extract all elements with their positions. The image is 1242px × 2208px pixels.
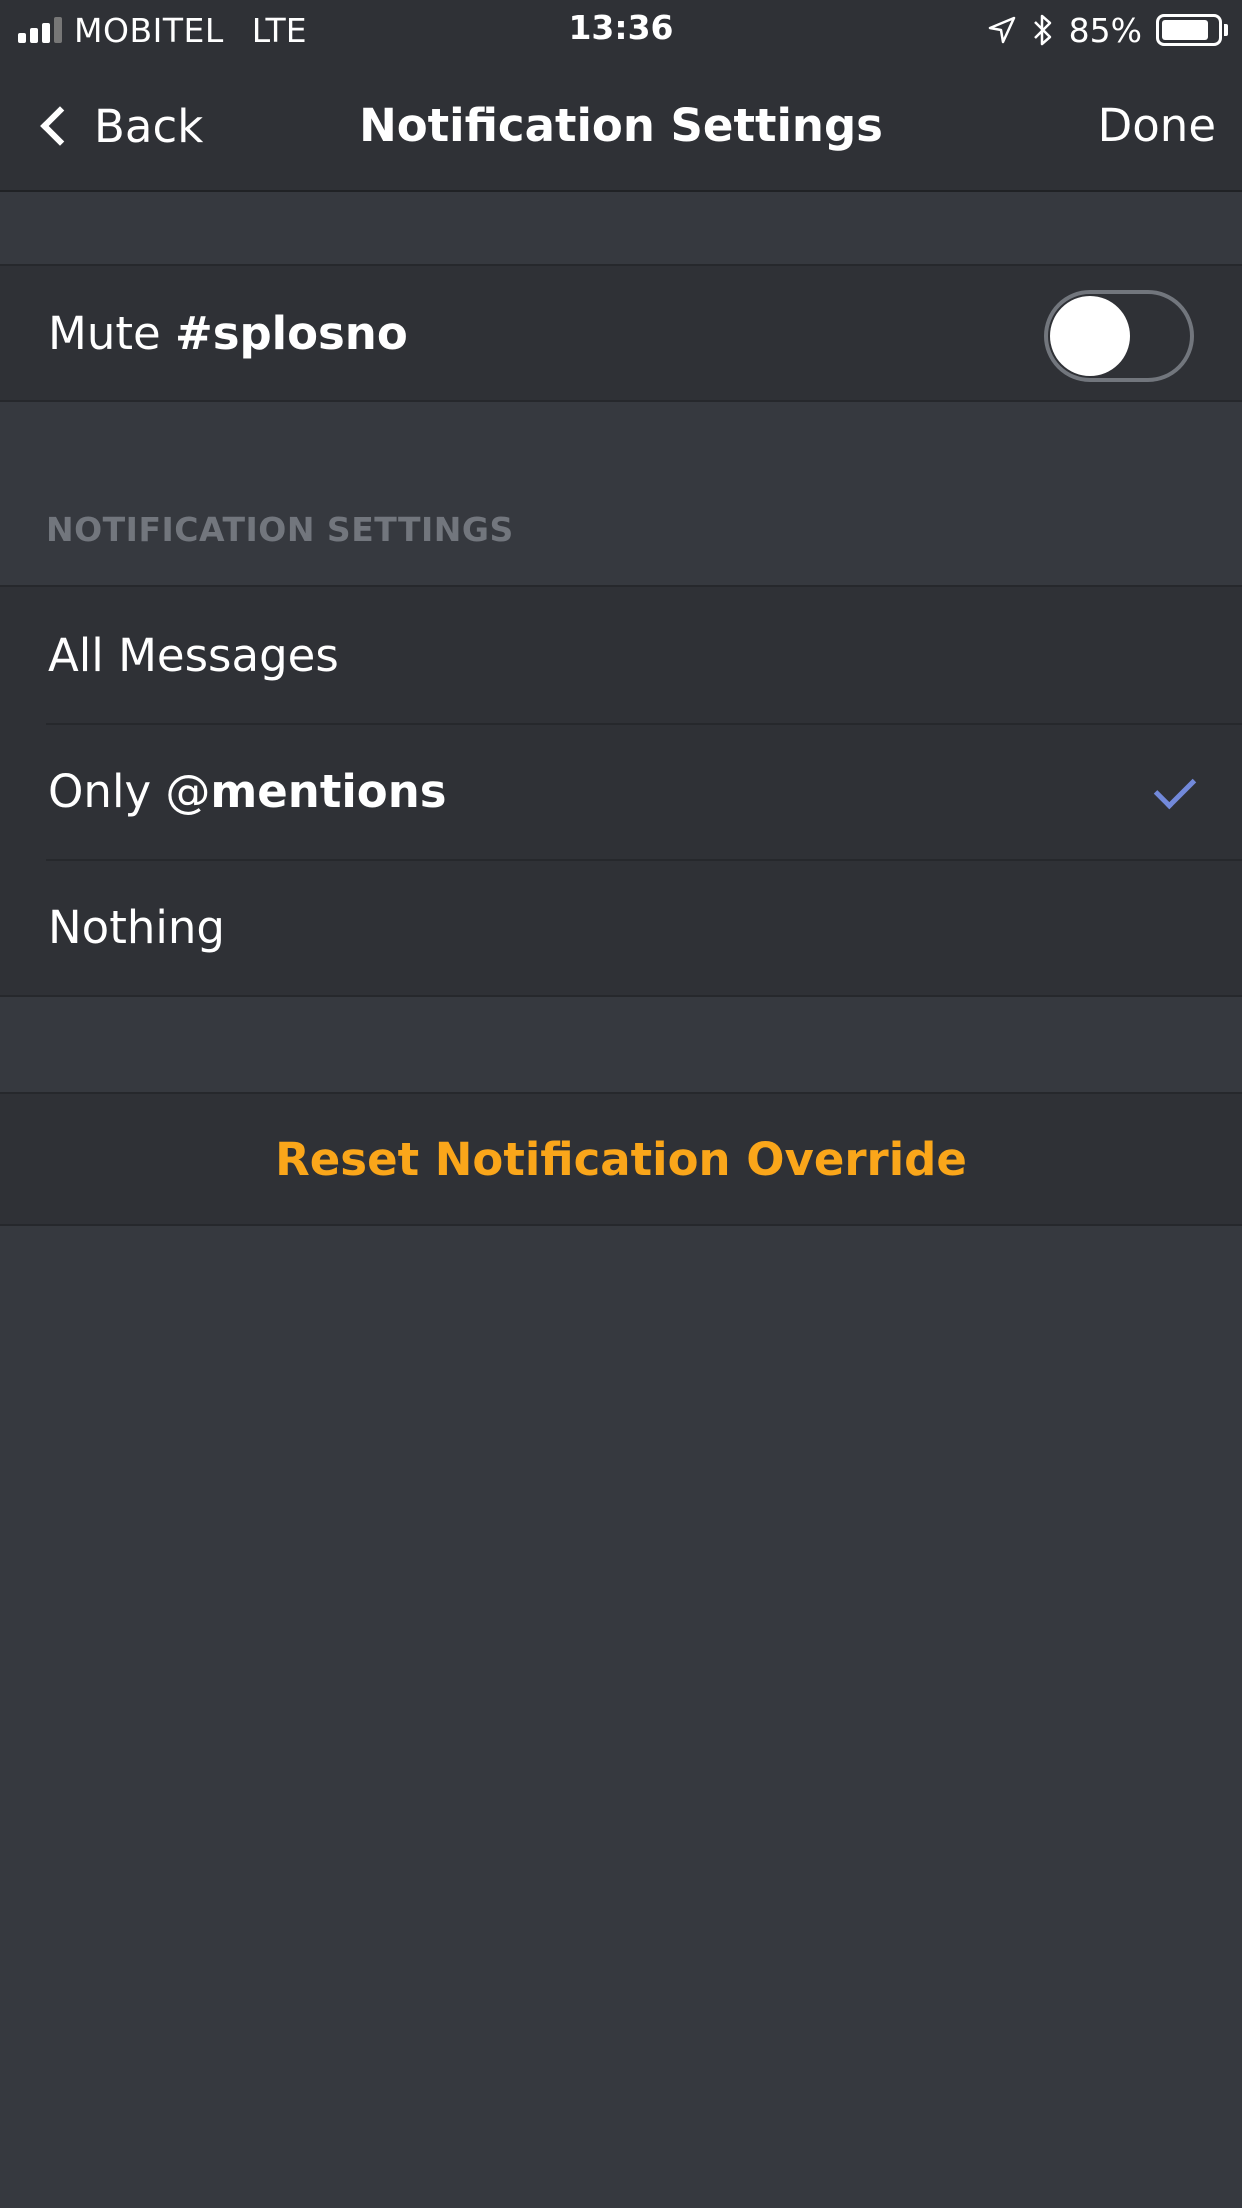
option-label-bold: mentions (210, 764, 447, 818)
channel-name: #splosno (174, 306, 408, 360)
option-label: Only @mentions (0, 765, 447, 818)
reset-override-label: Reset Notification Override (275, 1132, 967, 1186)
reset-override-button[interactable]: Reset Notification Override (0, 1092, 1242, 1226)
mute-channel-label: Mute #splosno (0, 307, 408, 360)
option-label: Nothing (48, 900, 225, 954)
location-icon (988, 16, 1015, 44)
status-bar: MOBITEL LTE 13:36 85% (0, 0, 1242, 60)
done-button[interactable]: Done (1098, 96, 1216, 156)
option-label-prefix: Only @ (48, 764, 211, 818)
option-nothing[interactable]: Nothing (0, 859, 1242, 995)
checkmark-icon (1153, 766, 1197, 810)
mute-channel-row: Mute #splosno (0, 264, 1242, 402)
notification-settings-screen: MOBITEL LTE 13:36 85% Back Notification … (0, 0, 1242, 2208)
battery-icon (1156, 14, 1228, 46)
battery-percent: 85% (1068, 10, 1142, 50)
status-right: 85% (987, 8, 1228, 52)
toggle-knob (1050, 296, 1130, 376)
battery-fill (1162, 20, 1208, 40)
option-only-mentions[interactable]: Only @mentions (0, 723, 1242, 859)
navigation-bar: Back Notification Settings Done (0, 60, 1242, 192)
bluetooth-icon (1033, 14, 1051, 46)
section-header: NOTIFICATION SETTINGS (46, 510, 514, 549)
option-label: All Messages (48, 628, 339, 682)
page-title: Notification Settings (359, 99, 883, 152)
mute-toggle[interactable] (1044, 290, 1194, 382)
notification-options-list: All Messages Only @mentions Nothing (0, 585, 1242, 997)
option-all-messages[interactable]: All Messages (0, 587, 1242, 723)
mute-prefix: Mute (48, 306, 175, 360)
